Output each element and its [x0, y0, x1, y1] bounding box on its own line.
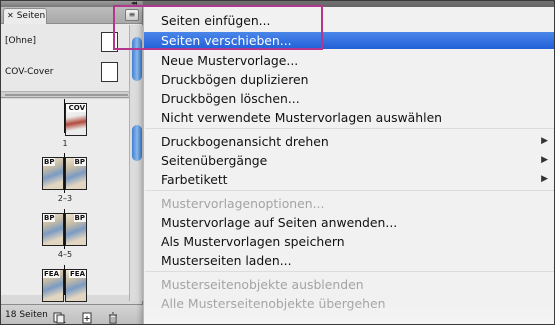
master-marker: BP — [43, 158, 56, 166]
menu-bottom-fade — [144, 304, 554, 324]
page-preview: BP — [42, 213, 64, 246]
menu-item-rotate-spread[interactable]: Druckbogenansicht drehen ▶ — [144, 133, 554, 150]
menu-item-label: Nicht verwendete Mustervorlagen auswähle… — [161, 110, 443, 125]
page-preview: BP — [65, 213, 87, 246]
page-label: 1 — [62, 139, 68, 148]
tab-pages-label: Seiten — [16, 11, 46, 21]
master-item-label: COV-Cover — [5, 67, 54, 77]
page-thumbnail-1[interactable]: COV — [65, 103, 89, 136]
menu-item-hide-master-items: Musterseitenobjekte ausblenden — [144, 276, 554, 293]
masters-section: [Ohne] COV-Cover — [1, 24, 142, 92]
master-marker: COV — [67, 104, 86, 112]
panel-tab-row: ✕ Seiten ≡ — [1, 7, 142, 24]
menu-item-label: Druckbögen duplizieren — [161, 72, 309, 87]
submenu-arrow-icon: ▶ — [541, 155, 548, 165]
menu-separator — [145, 190, 554, 191]
menu-item-save-as-master[interactable]: Als Mustervorlagen speichern — [144, 233, 554, 250]
master-item-none[interactable]: [Ohne] — [5, 36, 36, 46]
panel-menu-button[interactable]: ≡ — [125, 9, 139, 21]
menu-item-master-options: Mustervorlagenoptionen... — [144, 195, 554, 212]
menu-item-apply-master[interactable]: Mustervorlage auf Seiten anwenden... — [144, 214, 554, 231]
menu-item-color-label[interactable]: Farbetikett ▶ — [144, 171, 554, 188]
master-marker: FEA — [43, 270, 60, 278]
scroll-thumb[interactable] — [132, 125, 142, 161]
pages-panel: ◂◂ ✕ Seiten ≡ [Ohne] COV-Cover COV 1 BP … — [1, 1, 143, 324]
menu-item-label: Als Mustervorlagen speichern — [161, 234, 345, 249]
page-label: 4–5 — [57, 250, 73, 259]
menu-item-label: Musterseiten laden... — [161, 253, 292, 268]
page-preview: FEA — [42, 269, 64, 302]
menu-item-select-unused-masters[interactable]: Nicht verwendete Mustervorlagen auswähle… — [144, 109, 554, 126]
menu-item-label: Mustervorlagenoptionen... — [161, 196, 325, 211]
spread-thumbnail-6-7[interactable]: FEA FEA — [42, 269, 88, 302]
menu-separator — [145, 271, 554, 272]
menu-item-label: Seiten einfügen... — [161, 13, 271, 28]
menu-item-label: Seiten verschieben... — [161, 33, 292, 48]
menu-item-label: Musterseitenobjekte ausblenden — [161, 277, 364, 292]
master-thumbnail[interactable] — [101, 32, 118, 52]
menu-item-label: Neue Mustervorlage... — [161, 53, 299, 68]
page-preview: COV — [65, 103, 87, 136]
panel-divider-handle[interactable] — [1, 92, 142, 98]
page-label: 2–3 — [57, 194, 73, 203]
menu-item-insert-pages[interactable]: Seiten einfügen... — [144, 12, 554, 29]
trash-icon[interactable] — [107, 309, 119, 324]
panel-scrollbar[interactable] — [129, 25, 143, 301]
page-count-label: 18 Seiten — [5, 310, 48, 320]
panel-footer: 18 Seiten — [1, 304, 143, 324]
menu-item-label: Mustervorlage auf Seiten anwenden... — [161, 215, 398, 230]
submenu-arrow-icon: ▶ — [541, 174, 548, 184]
master-marker: BP — [73, 214, 86, 222]
scroll-thumb[interactable] — [132, 37, 142, 81]
menu-item-label: Druckbögen löschen... — [161, 91, 300, 106]
menu-item-label: Druckbogenansicht drehen — [161, 134, 329, 149]
master-marker: BP — [73, 158, 86, 166]
screenshot-frame: ◂◂ ✕ Seiten ≡ [Ohne] COV-Cover COV 1 BP … — [0, 0, 555, 325]
master-item-cov-cover[interactable]: COV-Cover — [5, 67, 53, 77]
new-page-icon[interactable] — [81, 309, 93, 324]
menu-item-new-master[interactable]: Neue Mustervorlage... — [144, 52, 554, 69]
page-preview: FEA — [65, 269, 87, 302]
close-icon[interactable]: ✕ — [7, 11, 14, 20]
master-marker: BP — [43, 214, 56, 222]
page-preview: BP — [65, 157, 87, 190]
submenu-arrow-icon: ▶ — [541, 136, 548, 146]
master-marker: FEA — [69, 270, 86, 278]
page-size-icon[interactable] — [53, 309, 66, 324]
menu-item-delete-spreads[interactable]: Druckbögen löschen... — [144, 90, 554, 107]
menu-separator — [145, 128, 554, 129]
menu-item-move-pages[interactable]: Seiten verschieben... — [144, 32, 554, 49]
master-item-label: [Ohne] — [5, 36, 37, 46]
tab-pages[interactable]: ✕ Seiten — [3, 8, 47, 24]
master-thumbnail[interactable] — [101, 62, 118, 82]
collapse-arrows-icon[interactable]: ◂◂ — [131, 1, 137, 7]
spread-thumbnail-4-5[interactable]: BP BP — [42, 213, 88, 246]
menu-item-load-masters[interactable]: Musterseiten laden... — [144, 252, 554, 269]
menu-item-duplicate-spreads[interactable]: Druckbögen duplizieren — [144, 71, 554, 88]
spread-thumbnail-2-3[interactable]: BP BP — [42, 157, 88, 190]
menu-item-page-transitions[interactable]: Seitenübergänge ▶ — [144, 152, 554, 169]
page-preview: BP — [42, 157, 64, 190]
panel-context-menu: Seiten einfügen... Seiten verschieben...… — [143, 7, 554, 324]
pages-list: COV 1 BP BP 2–3 BP BP 4–5 FEA FEA — [1, 99, 129, 302]
menu-item-label: Seitenübergänge — [161, 153, 268, 168]
menu-item-label: Farbetikett — [161, 172, 228, 187]
